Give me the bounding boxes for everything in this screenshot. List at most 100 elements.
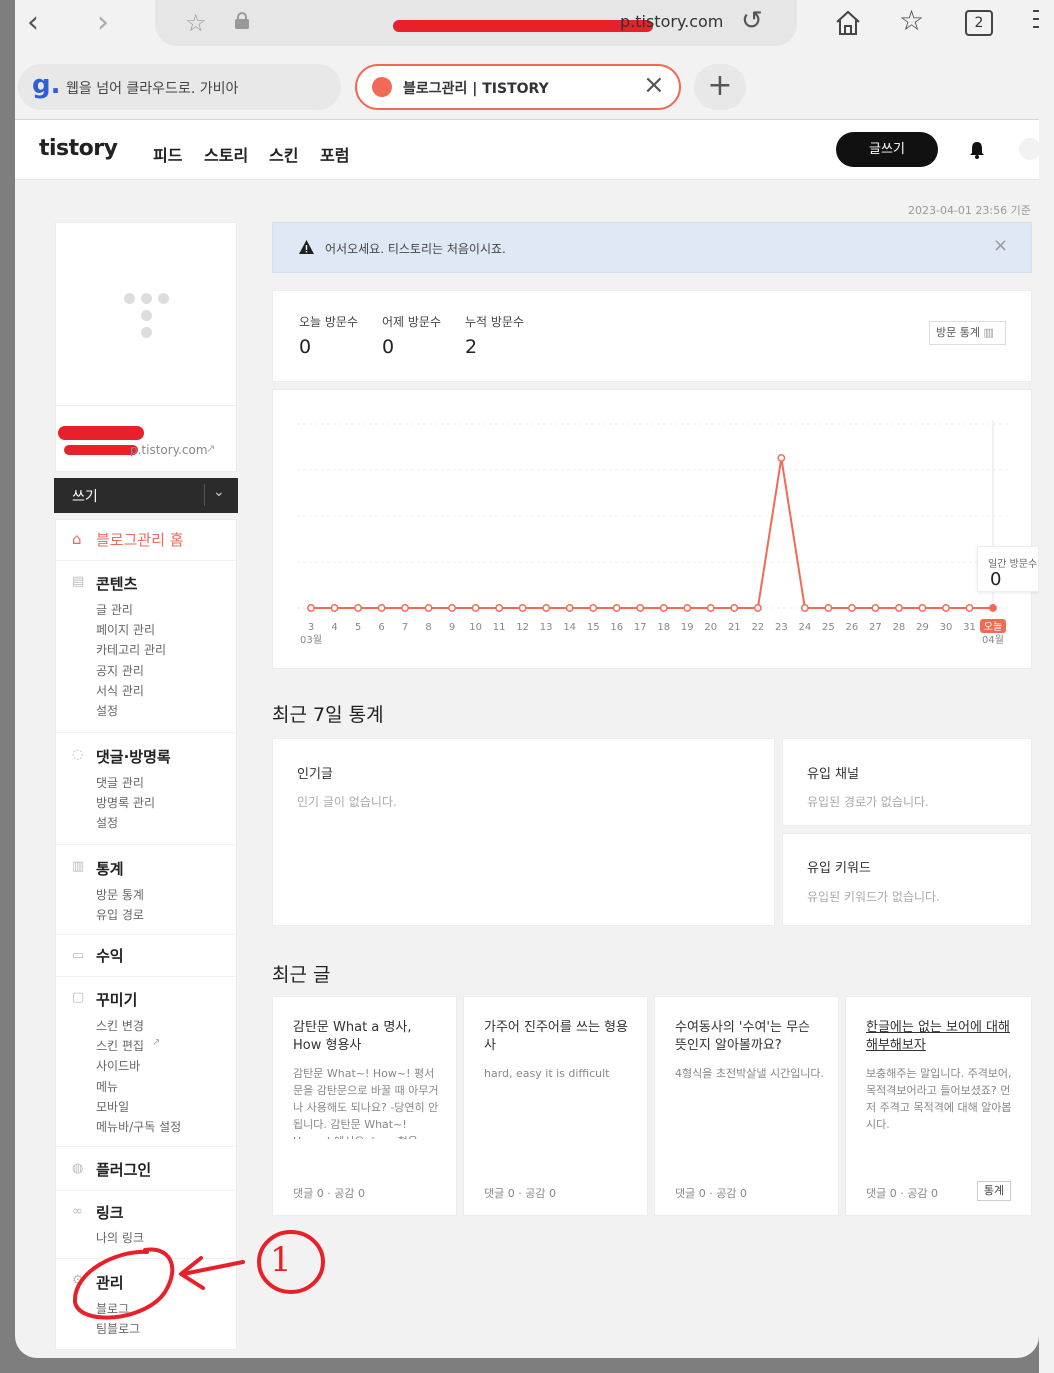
- site-header: tistory 피드 스토리 스킨 포럼 글쓰기: [15, 120, 1039, 180]
- chart-point: [777, 454, 786, 462]
- sidebar-group-stats[interactable]: 통계: [96, 858, 124, 879]
- post-title[interactable]: 수여동사의 '수여'는 무슨 뜻인지 알아볼까요?: [675, 1019, 825, 1055]
- back-icon[interactable]: ‹: [27, 8, 39, 38]
- tab-tistory[interactable]: 블로그관리 | TISTORY ×: [355, 64, 681, 110]
- recent-post-card[interactable]: 수여동사의 '수여'는 무슨 뜻인지 알아볼까요? 4형식을 초전박살낼 시간입…: [654, 996, 839, 1216]
- chart-x-tick-label: 22: [751, 622, 764, 633]
- sidebar-item-comment-manage[interactable]: 댓글 관리: [96, 774, 144, 791]
- welcome-notice: 어서오세요. 티스토리는 처음이시죠. ×: [272, 222, 1032, 273]
- chart-point: [589, 604, 598, 612]
- chart-x-tick-label: 5: [355, 622, 361, 633]
- document-icon: ▤: [72, 574, 85, 589]
- today-visits-label: 오늘 방문수: [299, 315, 359, 329]
- nav-forum[interactable]: 포럼: [320, 142, 349, 166]
- chart-x-tick-label: 8: [425, 622, 431, 633]
- bookmarks-icon[interactable]: ☆: [899, 4, 924, 37]
- post-title[interactable]: 가주어 진주어를 쓰는 형용사: [484, 1019, 634, 1055]
- post-meta: 댓글 0 · 공감 0: [675, 1187, 747, 1200]
- sidebar-group-revenue[interactable]: 수익: [96, 945, 124, 966]
- visit-stats-button-label: 방문 통계: [936, 326, 980, 339]
- chart-point: [989, 604, 997, 612]
- nav-story[interactable]: 스토리: [204, 142, 248, 166]
- address-bar[interactable]: ☆ p.tistory.com ↺: [155, 0, 797, 46]
- chart-x-tick-label: 17: [634, 622, 647, 633]
- sidebar-item-menu[interactable]: 메뉴: [96, 1078, 118, 1095]
- chevron-down-icon[interactable]: ⌄: [213, 484, 225, 500]
- blog-url-link[interactable]: p.tistory.com: [130, 443, 208, 457]
- forward-icon[interactable]: ›: [97, 8, 109, 38]
- redaction-mark: [393, 20, 653, 32]
- sidebar-item-skin-change[interactable]: 스킨 변경: [96, 1017, 144, 1034]
- external-link-icon: ↗: [152, 1037, 161, 1048]
- divider: [56, 934, 236, 935]
- sidebar-item-mobile[interactable]: 모바일: [96, 1098, 129, 1115]
- sidebar-item-notice-manage[interactable]: 공지 관리: [96, 662, 144, 679]
- chart-x-tick-label: 18: [657, 622, 670, 633]
- sidebar-item-menubar-settings[interactable]: 메뉴바/구독 설정: [96, 1118, 181, 1135]
- visit-stats-button[interactable]: 방문 통계 ▥: [929, 321, 1006, 345]
- sidebar-item-post-manage[interactable]: 글 관리: [96, 601, 133, 618]
- bell-icon[interactable]: [968, 141, 986, 159]
- bar-chart-icon: ▥: [72, 859, 85, 874]
- post-title[interactable]: 감탄문 What a 명사, How 형용사: [293, 1019, 443, 1055]
- sidebar-item-referrer[interactable]: 유입 경로: [96, 906, 144, 923]
- comment-icon: ◌: [72, 747, 84, 762]
- chart-x-tick-label: 6: [378, 622, 384, 633]
- divider: [204, 484, 205, 506]
- referrer-channel-panel: 유입 채널 유입된 경로가 없습니다.: [782, 738, 1032, 826]
- new-tab-button[interactable]: +: [694, 64, 746, 110]
- write-post-button[interactable]: 글쓰기: [836, 132, 938, 167]
- star-outline-icon[interactable]: ☆: [185, 9, 207, 37]
- menu-icon[interactable]: [1033, 10, 1039, 12]
- post-meta: 댓글 0 · 공감 0: [293, 1187, 365, 1200]
- reload-icon[interactable]: ↺: [741, 6, 763, 36]
- sidebar-item-visit-stats[interactable]: 방문 통계: [96, 886, 144, 903]
- nav-skin[interactable]: 스킨: [269, 142, 298, 166]
- sidebar-item-skin-edit[interactable]: 스킨 편집: [96, 1037, 144, 1054]
- sidebar-group-link[interactable]: 링크: [96, 1202, 124, 1223]
- post-stats-button[interactable]: 통계: [977, 1181, 1011, 1201]
- chart-x-tick-label: 11: [493, 622, 506, 633]
- nav-feed[interactable]: 피드: [153, 142, 182, 166]
- recent-post-card[interactable]: 가주어 진주어를 쓰는 형용사 hard, easy it is difficu…: [463, 996, 648, 1216]
- chart-tooltip: 일간 방문수 0: [977, 546, 1039, 592]
- chart-end-month-label: 04월: [982, 634, 1004, 646]
- sidebar-item-category-manage[interactable]: 카테고리 관리: [96, 641, 166, 658]
- home-icon[interactable]: [833, 8, 863, 38]
- sidebar-item-comment-settings[interactable]: 설정: [96, 814, 118, 831]
- tab-count: 2: [974, 15, 984, 31]
- sidebar-group-plugin[interactable]: 플러그인: [96, 1159, 151, 1180]
- tab-switcher-icon[interactable]: 2: [965, 10, 993, 36]
- tistory-logo[interactable]: tistory: [39, 136, 118, 161]
- recent-post-card[interactable]: 감탄문 What a 명사, How 형용사 감탄문 What~! How~! …: [272, 996, 457, 1216]
- sidebar-item-home[interactable]: 블로그관리 홈: [96, 529, 184, 550]
- sidebar-group-design[interactable]: 꾸미기: [96, 989, 137, 1010]
- sidebar-group-contents[interactable]: 콘텐츠: [96, 573, 137, 594]
- popular-posts-empty: 인기 글이 없습니다.: [297, 795, 397, 809]
- sidebar-item-template-manage[interactable]: 서식 관리: [96, 682, 144, 699]
- write-select[interactable]: 쓰기 ⌄: [54, 478, 238, 513]
- sidebar-item-guestbook-manage[interactable]: 방명록 관리: [96, 794, 155, 811]
- chart-point: [518, 604, 527, 612]
- sidebar-item-contents-settings[interactable]: 설정: [96, 702, 118, 719]
- chart-x-tick-label: 15: [587, 622, 600, 633]
- bar-chart-icon: ▥: [983, 326, 994, 339]
- yesterday-visits-value: 0: [382, 336, 395, 358]
- chart-point: [847, 604, 856, 612]
- tab-gabia[interactable]: g. 웹을 넘어 클라우드로. 가비아: [18, 64, 341, 110]
- chart-x-tick-label: 24: [798, 622, 811, 633]
- chart-point: [330, 604, 339, 612]
- close-tab-icon[interactable]: ×: [643, 70, 665, 100]
- close-notice-icon[interactable]: ×: [993, 235, 1008, 256]
- warning-icon: [299, 240, 314, 254]
- sidebar-group-comments[interactable]: 댓글·방명록: [96, 746, 171, 767]
- popular-posts-title: 인기글: [297, 767, 333, 782]
- sidebar-item-sidebar[interactable]: 사이드바: [96, 1057, 140, 1074]
- sidebar-item-page-manage[interactable]: 페이지 관리: [96, 621, 155, 638]
- chart-point: [871, 604, 880, 612]
- recent-post-card[interactable]: 한글에는 없는 보어에 대해 해부해보자 보충해주는 말입니다. 주격보어, 목…: [845, 996, 1032, 1216]
- profile-avatar[interactable]: [1019, 138, 1039, 160]
- divider: [56, 560, 236, 561]
- chart-x-tick-label: 26: [846, 622, 859, 633]
- post-title[interactable]: 한글에는 없는 보어에 대해 해부해보자: [866, 1019, 1016, 1055]
